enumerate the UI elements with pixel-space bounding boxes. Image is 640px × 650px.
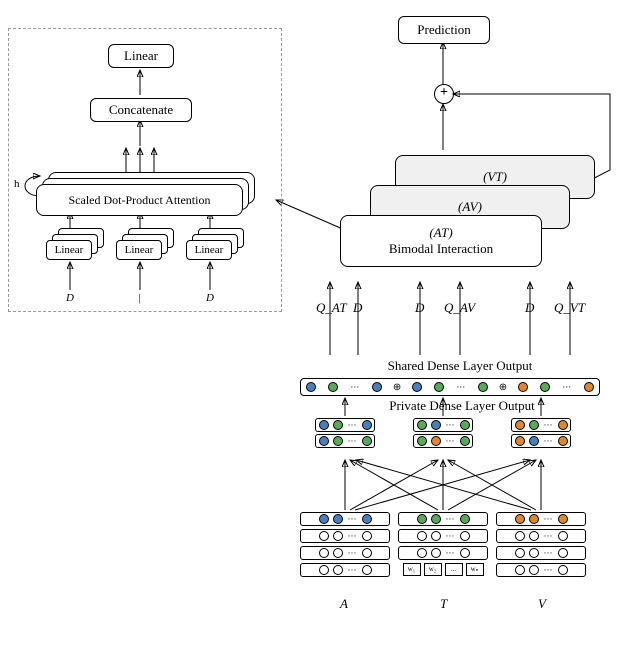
attn-linear-top: Linear bbox=[108, 44, 174, 68]
attn-in-right: D bbox=[206, 292, 214, 304]
prediction-box: Prediction bbox=[398, 16, 490, 44]
shared-dense-strip: ··· ⊕ ··· ⊕ ··· bbox=[300, 378, 600, 396]
word-wn: wₙ bbox=[466, 563, 484, 576]
label-q-av: Q_AV bbox=[444, 300, 475, 316]
label-d1: D bbox=[353, 300, 362, 316]
encoder-v: ··· ··· ··· ··· bbox=[496, 512, 586, 580]
bimodal-vt-label: (VT) bbox=[483, 169, 507, 185]
private-dense-t: ··· ··· bbox=[413, 418, 473, 456]
label-d3: D bbox=[525, 300, 534, 316]
label-q-at: Q_AT bbox=[316, 300, 347, 316]
attn-in-left: D bbox=[66, 292, 74, 304]
label-q-vt: Q_VT bbox=[554, 300, 585, 316]
bimodal-at: (AT) Bimodal Interaction bbox=[340, 215, 542, 267]
attn-h-label: h bbox=[14, 178, 20, 190]
architecture-diagram: Prediction + (VT) (AV) (AT) Bimodal Inte… bbox=[0, 0, 640, 650]
word-ell: ... bbox=[445, 563, 463, 576]
bimodal-at-label2: Bimodal Interaction bbox=[389, 241, 493, 257]
bimodal-av-label: (AV) bbox=[458, 199, 482, 215]
attn-concat: Concatenate bbox=[90, 98, 192, 122]
attn-linear-k1: Linear bbox=[116, 240, 162, 260]
bimodal-at-label1: (AT) bbox=[429, 225, 452, 241]
attn-in-mid: | bbox=[138, 292, 141, 304]
private-layer-label: Private Dense Layer Output bbox=[372, 398, 552, 414]
attention-panel bbox=[8, 28, 282, 312]
label-d2: D bbox=[415, 300, 424, 316]
private-dense-v: ··· ··· bbox=[511, 418, 571, 456]
modality-a-label: A bbox=[340, 596, 348, 612]
modality-v-label: V bbox=[538, 596, 546, 612]
private-dense-a: ··· ··· bbox=[315, 418, 375, 456]
encoder-a: ··· ··· ··· ··· bbox=[300, 512, 390, 580]
word-w1: w₁ bbox=[403, 563, 421, 576]
prediction-label: Prediction bbox=[417, 22, 470, 38]
attn-linear-q1: Linear bbox=[46, 240, 92, 260]
modality-t-label: T bbox=[440, 596, 447, 612]
shared-layer-label: Shared Dense Layer Output bbox=[370, 358, 550, 374]
word-w2: w₂ bbox=[424, 563, 442, 576]
attn-sd-1: Scaled Dot-Product Attention bbox=[36, 184, 243, 216]
encoder-t: ··· ··· ··· w₁ w₂ ... wₙ bbox=[398, 512, 488, 580]
attn-linear-v1: Linear bbox=[186, 240, 232, 260]
fusion-sum-icon: + bbox=[434, 84, 454, 104]
